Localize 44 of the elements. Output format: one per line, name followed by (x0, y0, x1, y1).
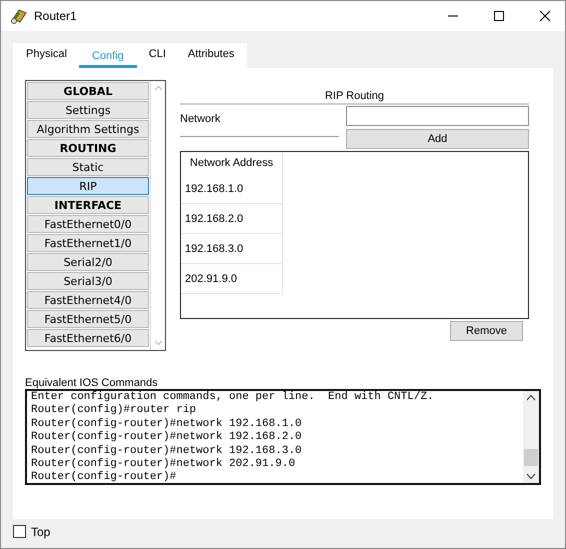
console-line: Router(config-router)#network 192.168.3.0 (31, 444, 303, 458)
window-title: Router1 (34, 9, 77, 23)
scrollbar[interactable] (523, 391, 539, 483)
scroll-up-icon[interactable] (526, 394, 536, 401)
network-input-field[interactable] (346, 106, 529, 126)
top-checkbox[interactable] (13, 525, 26, 538)
table-cell[interactable]: 192.168.3.0 (181, 234, 283, 264)
maximize-icon[interactable] (493, 10, 505, 22)
tab[interactable]: Attributes (178, 48, 244, 68)
table-cell[interactable]: 192.168.2.0 (181, 204, 283, 234)
sidebar-item[interactable]: FastEthernet1/0 (27, 234, 149, 252)
sidebar-item[interactable]: FastEthernet6/0 (27, 329, 149, 347)
checkbox-label: Top (31, 524, 50, 538)
console-line: Router(config-router)#network 202.91.9.0 (31, 458, 296, 471)
remove-button[interactable]: Remove (450, 321, 523, 341)
scroll-thumb[interactable] (524, 448, 538, 466)
section-header[interactable]: GLOBAL (27, 82, 149, 100)
sidebar-item[interactable]: Settings (27, 101, 149, 119)
section-header[interactable]: ROUTING (27, 139, 149, 157)
sidebar-item[interactable]: Algorithm Settings (27, 120, 149, 138)
console-line: Router(config-router)#network 192.168.1.0 (31, 418, 303, 431)
sidebar-item[interactable]: FastEthernet0/0 (27, 215, 149, 233)
console-line: Router(config)#router rip (31, 404, 198, 418)
table-cell[interactable]: 202.91.9.0 (181, 264, 283, 294)
add-button[interactable]: Add (346, 129, 529, 149)
sidebar-item[interactable]: FastEthernet5/0 (27, 310, 149, 328)
sidebar-item[interactable]: FastEthernet4/0 (27, 291, 149, 309)
tab[interactable]: Physical (16, 48, 77, 68)
router-app-icon (10, 7, 28, 25)
console-label: Equivalent IOS Commands (25, 377, 159, 389)
console-line: Enter configuration commands, one per line. End with CNTL/Z. (31, 391, 435, 404)
sidebar-item[interactable]: Static (27, 158, 149, 176)
section-header[interactable]: INTERFACE (27, 196, 149, 214)
scroll-down-icon[interactable] (526, 473, 536, 480)
table-cell[interactable]: 192.168.1.0 (181, 174, 283, 204)
network-label: Network (180, 113, 220, 125)
sidebar-item[interactable]: Serial2/0 (27, 253, 149, 271)
column-header: Network Address (181, 152, 283, 174)
close-icon[interactable] (539, 10, 551, 22)
sidebar-item[interactable]: Serial3/0 (27, 272, 149, 290)
console-line: Router(config-router)#network 192.168.2.0 (31, 431, 303, 445)
tab[interactable]: CLI (138, 48, 176, 68)
sidebar-item[interactable]: RIP (27, 177, 149, 195)
console-line: Router(config-router)# (31, 471, 178, 483)
